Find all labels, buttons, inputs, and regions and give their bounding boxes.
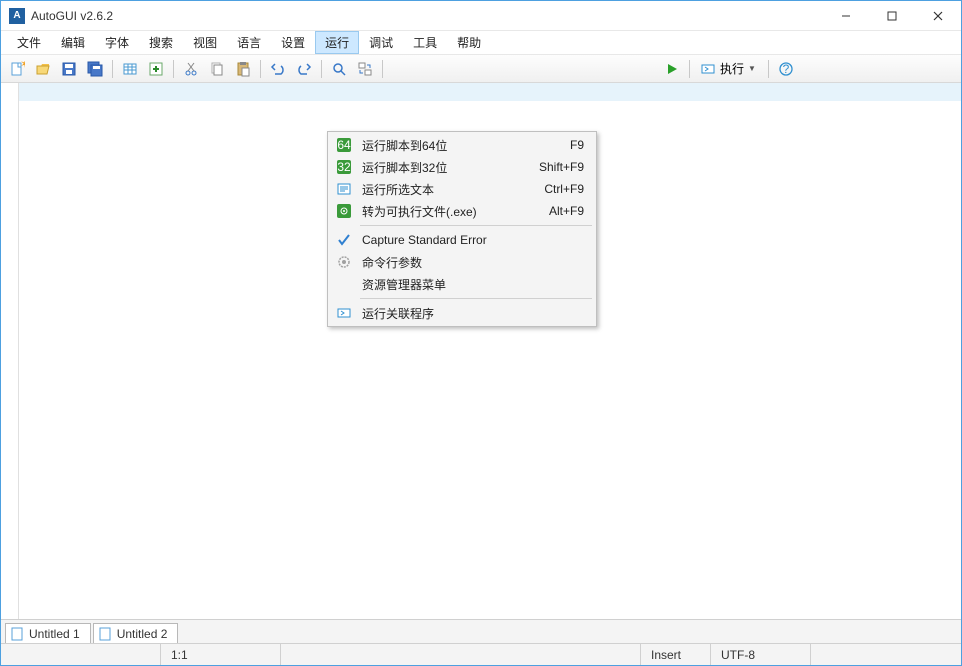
menu-file[interactable]: 文件 xyxy=(7,31,51,54)
status-cursor-pos: 1:1 xyxy=(161,644,281,665)
editor-area[interactable]: 64 运行脚本到64位 F9 32 运行脚本到32位 Shift+F9 运行所选… xyxy=(1,83,961,619)
selection-icon xyxy=(334,179,354,199)
toolbar-separator xyxy=(173,60,174,78)
redo-button[interactable] xyxy=(292,58,316,80)
toolbar-separator xyxy=(260,60,261,78)
run-menu-dropdown: 64 运行脚本到64位 F9 32 运行脚本到32位 Shift+F9 运行所选… xyxy=(327,131,597,327)
run32-icon: 32 xyxy=(334,157,354,177)
document-tabbar: Untitled 1 Untitled 2 xyxy=(1,619,961,643)
menu-run-64bit[interactable]: 64 运行脚本到64位 F9 xyxy=(330,134,594,156)
svg-text:✶: ✶ xyxy=(20,61,25,71)
menu-edit[interactable]: 编辑 xyxy=(51,31,95,54)
menu-run[interactable]: 运行 xyxy=(315,31,359,54)
status-tail xyxy=(811,644,961,665)
status-encoding: UTF-8 xyxy=(711,644,811,665)
tab-label: Untitled 2 xyxy=(117,627,168,641)
menu-capture-stderr[interactable]: Capture Standard Error xyxy=(330,229,594,251)
tab-untitled-2[interactable]: Untitled 2 xyxy=(93,623,179,643)
tab-label: Untitled 1 xyxy=(29,627,80,641)
svg-text:32: 32 xyxy=(337,160,351,174)
save-all-button[interactable] xyxy=(83,58,107,80)
chevron-down-icon: ▼ xyxy=(748,64,756,73)
window-title: AutoGUI v2.6.2 xyxy=(31,9,823,23)
document-icon xyxy=(98,627,112,641)
close-button[interactable] xyxy=(915,1,961,31)
menu-debug[interactable]: 调试 xyxy=(359,31,403,54)
save-button[interactable] xyxy=(57,58,81,80)
svg-text:?: ? xyxy=(783,62,790,76)
editor-current-line xyxy=(1,83,961,101)
menu-language[interactable]: 语言 xyxy=(227,31,271,54)
minimize-button[interactable] xyxy=(823,1,869,31)
menu-settings[interactable]: 设置 xyxy=(271,31,315,54)
assoc-icon xyxy=(334,303,354,323)
app-window: A AutoGUI v2.6.2 文件 编辑 字体 搜索 视图 语言 设置 运行… xyxy=(0,0,962,666)
toolbar-separator xyxy=(768,60,769,78)
check-icon xyxy=(334,230,354,250)
add-item-button[interactable] xyxy=(144,58,168,80)
status-empty xyxy=(1,644,161,665)
table-button[interactable] xyxy=(118,58,142,80)
menu-separator xyxy=(360,225,592,226)
menu-search[interactable]: 搜索 xyxy=(139,31,183,54)
run64-icon: 64 xyxy=(334,135,354,155)
menu-separator xyxy=(360,298,592,299)
toolbar-separator xyxy=(382,60,383,78)
menu-font[interactable]: 字体 xyxy=(95,31,139,54)
open-file-button[interactable] xyxy=(31,58,55,80)
gear-icon xyxy=(334,252,354,272)
execute-label: 执行 xyxy=(720,60,744,77)
new-file-button[interactable]: ✶ xyxy=(5,58,29,80)
help-button[interactable]: ? xyxy=(774,58,798,80)
titlebar: A AutoGUI v2.6.2 xyxy=(1,1,961,31)
status-insert-mode: Insert xyxy=(641,644,711,665)
exe-icon xyxy=(334,201,354,221)
execute-icon xyxy=(700,61,716,77)
menu-run-32bit[interactable]: 32 运行脚本到32位 Shift+F9 xyxy=(330,156,594,178)
menu-compile-exe[interactable]: 转为可执行文件(.exe) Alt+F9 xyxy=(330,200,594,222)
app-icon: A xyxy=(9,8,25,24)
tab-untitled-1[interactable]: Untitled 1 xyxy=(5,623,91,643)
editor-gutter xyxy=(1,83,19,619)
menu-view[interactable]: 视图 xyxy=(183,31,227,54)
replace-button[interactable] xyxy=(353,58,377,80)
document-icon xyxy=(10,627,24,641)
window-controls xyxy=(823,1,961,31)
menu-run-associated[interactable]: 运行关联程序 xyxy=(330,302,594,324)
toolbar-separator xyxy=(689,60,690,78)
toolbar: ✶ 执行 ▼ ? xyxy=(1,55,961,83)
toolbar-separator xyxy=(321,60,322,78)
menu-help[interactable]: 帮助 xyxy=(447,31,491,54)
paste-button[interactable] xyxy=(231,58,255,80)
run-button[interactable] xyxy=(660,58,684,80)
execute-dropdown[interactable]: 执行 ▼ xyxy=(695,58,763,80)
find-button[interactable] xyxy=(327,58,351,80)
statusbar: 1:1 Insert UTF-8 xyxy=(1,643,961,665)
svg-text:64: 64 xyxy=(337,138,351,152)
menu-run-selection[interactable]: 运行所选文本 Ctrl+F9 xyxy=(330,178,594,200)
menubar: 文件 编辑 字体 搜索 视图 语言 设置 运行 调试 工具 帮助 xyxy=(1,31,961,55)
status-spacer xyxy=(281,644,641,665)
toolbar-separator xyxy=(112,60,113,78)
maximize-button[interactable] xyxy=(869,1,915,31)
copy-button[interactable] xyxy=(205,58,229,80)
undo-button[interactable] xyxy=(266,58,290,80)
menu-tools[interactable]: 工具 xyxy=(403,31,447,54)
cut-button[interactable] xyxy=(179,58,203,80)
menu-explorer-menu[interactable]: 资源管理器菜单 xyxy=(330,273,594,295)
menu-cmdline-args[interactable]: 命令行参数 xyxy=(330,251,594,273)
